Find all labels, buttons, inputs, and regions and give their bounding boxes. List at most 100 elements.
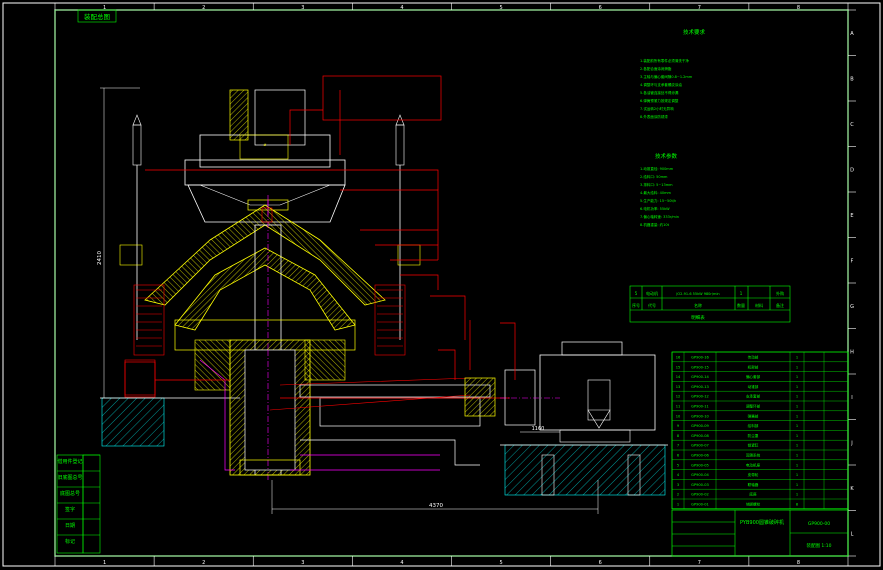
left-strip-label: 底图总号 [60,490,80,497]
bom-cell: 1 [796,385,798,389]
grid-label: J [850,440,852,446]
grid-label: 6 [599,5,602,11]
params-title: 技术参数 [655,152,678,160]
mid-cell: 代号 [648,302,656,308]
bom-cell: 电动机座 [746,462,761,467]
bom-cell: 16 [676,356,681,360]
bom-cell: 1 [677,503,679,507]
grid-label: C [850,122,854,128]
feed-hopper [199,134,331,168]
bom-cell: 底座 [749,492,757,497]
title-block-scale: 装配图 1:10 [806,542,831,549]
bom-cell: GP900-04 [691,473,709,477]
bom-cell: 1 [796,434,798,438]
grid-bottom-strip: 1 2 3 4 5 6 7 8 [54,556,849,566]
bom-cell: 8 [677,434,680,438]
height-dimension: 2410 [97,251,103,265]
bom-cell: 1 [796,405,798,409]
bom-cell: GP900-11 [691,405,709,409]
bom-cell: GP900-13 [691,385,709,389]
bom-cell: 1 [796,375,798,379]
grid-label: 2 [202,560,205,566]
grid-label: L [851,531,854,537]
bom-cell: 5 [677,463,679,467]
grid-label: B [850,76,854,82]
grid-label: I [851,395,852,401]
left-spring-assembly [119,114,165,396]
svg-text:⌀: ⌀ [264,143,267,148]
left-strip-label: 旧底图总号 [57,474,82,481]
coupling [504,369,536,426]
grid-label: 7 [698,5,701,11]
note-line: 5.各油管连接处不得渗漏 [640,90,679,95]
motor-dimension: 1160 [532,426,545,432]
bill-of-materials: GP900-16 传动部 116GP900-15 机架部 115GP900-14 偏心套部… [671,351,849,510]
bom-cell: 1 [796,483,798,487]
bom-cell: GP900-15 [691,365,709,369]
cad-viewport[interactable]: 12345678 12345678 ABCDEFGHIJKL 装配总图 借用件登… [0,0,883,570]
mid-cell: 备注 [776,302,784,308]
grid-label: 8 [797,5,800,11]
technical-notes: 技术要求 1.装配前所有零件必须清洗干净 2.各配合面涂润滑脂 3.主轴与偏心套… [640,28,706,227]
bom-cell: 锁紧缸 [748,443,759,448]
bom-cell: 1 [796,424,798,428]
grid-label: 7 [698,560,701,566]
bom-cell: 12 [676,395,681,399]
mid-cell: 名称 [694,302,702,308]
grid-label: 1 [103,560,106,566]
grid-label: 4 [400,5,403,11]
bom-cell: 传动部 [748,355,759,360]
grid-label: 6 [599,560,602,566]
grid-right-strip: A B C D E F G H I J K L [848,9,856,557]
bom-cell: GP900-02 [691,493,709,497]
motor-spec-text: 5 电动机 JO2-91-6 55kW 980r/min 1 外购 序号 代号 … [632,290,784,321]
width-dimension: 4370 [429,503,443,509]
param-line: 8.机器重量: 约10t [640,222,670,227]
bom-cell: GP900-03 [691,483,709,487]
param-line: 5.生产能力: 15~50t/h [640,198,676,203]
bom-cell: 15 [676,365,681,369]
grid-label: K [850,486,854,492]
left-strip-label: 签字 [65,506,75,513]
grid-label: 3 [301,560,304,566]
mid-cell: 电动机 [646,290,658,296]
notes-title: 技术要求 [683,28,706,36]
bom-cell: 弹簧部 [748,413,759,418]
note-line: 3.主轴与偏心套间隙0.8~1.2mm [640,74,693,79]
bom-cell: 3 [677,483,679,487]
bom-cell: GP900-06 [691,454,709,458]
mid-cell: 1 [740,291,743,296]
bom-cell: 1 [796,473,798,477]
grid-label: 4 [400,560,403,566]
bom-cell: 2 [677,493,679,497]
corner-stamp: 装配总图 [84,12,110,21]
bom-cell: 8 [796,503,799,507]
left-foundation [101,397,165,447]
note-line: 8.外表面涂防锈漆 [640,114,668,119]
grid-label: A [850,31,854,37]
bom-cell: GP900-08 [691,434,709,438]
bom-cell: 9 [677,424,680,428]
bom-cell: 1 [796,444,798,448]
mid-cell: 序号 [632,302,640,308]
mid-cell: 材料 [755,302,763,308]
bom-cell: 机架部 [748,364,759,369]
bom-cell: 偏心套部 [746,374,761,379]
drawing-sheet: 12345678 12345678 ABCDEFGHIJKL 装配总图 借用件登… [2,2,881,567]
outer-frame [2,2,881,567]
bom-cell: GP900-01 [691,503,709,507]
bom-cell: 11 [676,405,681,409]
grid-label: 2 [202,5,205,11]
bom-cell: GP900-05 [691,463,709,467]
grid-label: G [850,304,854,310]
mid-table-caption: 明细表 [691,314,705,321]
bom-cell: GP900-14 [691,375,709,379]
bom-cell: 14 [676,375,681,379]
note-line: 6.弹簧预紧力按规定调整 [640,98,679,103]
oil-pipe [300,439,480,466]
bom-cell: 动锥部 [748,384,759,389]
bom-cell: 7 [677,444,679,448]
bom-cell: GP900-07 [691,444,709,448]
bom-cell: 地脚螺栓 [746,502,761,507]
mid-cell: JO2-91-6 55kW 980r/min [675,292,719,296]
